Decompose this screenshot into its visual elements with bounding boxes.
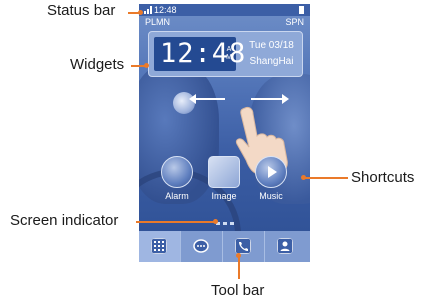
shortcut-label: Music xyxy=(259,191,283,201)
callout-screen-indicator: Screen indicator xyxy=(10,212,119,229)
tool-contacts[interactable] xyxy=(265,231,307,262)
alarm-icon xyxy=(161,156,193,188)
status-time: 12:48 xyxy=(154,5,177,15)
operator-spn: SPN xyxy=(285,17,304,27)
phone-icon xyxy=(235,238,251,254)
network-row: PLMN SPN xyxy=(139,16,310,28)
widget-date: Tue 03/18 xyxy=(249,40,294,51)
shortcut-image[interactable]: Image xyxy=(207,156,241,202)
clock-ampm: AM xyxy=(226,46,232,61)
leader-dot xyxy=(138,10,143,15)
callout-tool-bar: Tool bar xyxy=(211,282,265,299)
clock-widget[interactable]: 12:48 AM Tue 03/18 ShangHai xyxy=(148,31,303,77)
clock-digits: 12:48 xyxy=(160,38,247,69)
screen-indicator xyxy=(216,222,234,225)
leader-line xyxy=(304,177,348,179)
shortcut-label: Image xyxy=(211,191,237,201)
widget-city: ShangHai xyxy=(249,56,294,67)
status-bar: 12:48 xyxy=(139,4,310,16)
image-icon xyxy=(208,156,240,188)
callout-widgets: Widgets xyxy=(70,56,125,73)
tool-messages[interactable] xyxy=(181,231,223,262)
leader-dot xyxy=(144,63,149,68)
operator-plmn: PLMN xyxy=(145,17,171,27)
leader-dot xyxy=(236,253,241,258)
leader-dot xyxy=(213,219,218,224)
leader-line xyxy=(238,256,240,279)
date-block: Tue 03/18 ShangHai xyxy=(244,39,299,69)
music-play-icon xyxy=(255,156,287,188)
apps-grid-icon xyxy=(151,238,167,254)
leader-dot xyxy=(301,175,306,180)
digital-clock: 12:48 AM xyxy=(154,37,245,71)
shortcut-label: Alarm xyxy=(165,191,189,201)
swipe-left-arrow-icon xyxy=(189,94,225,104)
indicator-dot xyxy=(223,222,227,225)
phone-screen: 12:48 PLMN SPN 12:48 AM Tue 03/18 ShangH… xyxy=(139,4,310,262)
leader-line xyxy=(136,221,216,223)
callout-shortcuts: Shortcuts xyxy=(351,169,415,186)
message-icon xyxy=(193,239,209,253)
indicator-dot xyxy=(230,222,234,225)
signal-icon xyxy=(144,6,152,14)
tool-bar xyxy=(139,231,310,262)
callout-status-bar: Status bar xyxy=(47,2,116,19)
swipe-right-arrow-icon xyxy=(251,94,289,104)
battery-icon xyxy=(299,6,304,14)
shortcut-alarm[interactable]: Alarm xyxy=(160,156,194,202)
shortcut-music[interactable]: Music xyxy=(254,156,288,202)
tool-phone[interactable] xyxy=(223,231,265,262)
contacts-icon xyxy=(277,238,293,254)
tool-apps[interactable] xyxy=(139,231,181,262)
